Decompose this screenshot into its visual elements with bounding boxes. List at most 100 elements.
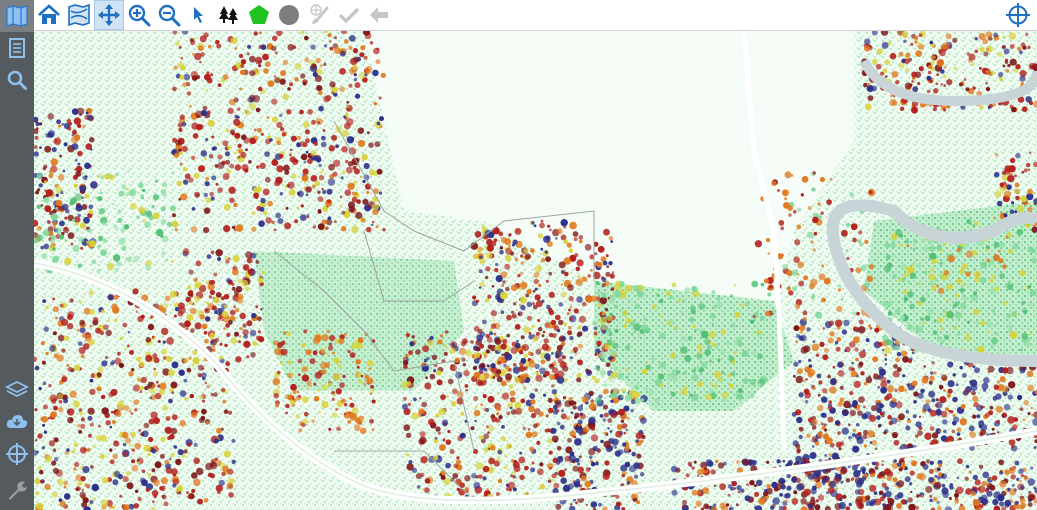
- canopy-point: [601, 292, 607, 299]
- canopy-point: [64, 227, 68, 231]
- canopy-point: [858, 230, 863, 235]
- canopy-point: [943, 84, 946, 87]
- canopy-point: [89, 324, 93, 328]
- canopy-point: [274, 51, 278, 55]
- canopy-point: [38, 386, 42, 391]
- canopy-point: [475, 462, 483, 470]
- canopy-point: [946, 310, 954, 319]
- pan-button[interactable]: [94, 0, 124, 30]
- canopy-point: [451, 342, 455, 347]
- canopy-point: [55, 316, 58, 320]
- canopy-point: [1016, 205, 1025, 213]
- canopy-point: [965, 464, 970, 469]
- canopy-point: [840, 480, 844, 484]
- canopy-point: [625, 317, 632, 324]
- canopy-point: [76, 328, 80, 332]
- canopy-point: [946, 283, 954, 290]
- sidebar-document-button[interactable]: [0, 32, 34, 64]
- canopy-point: [305, 349, 312, 356]
- canopy-point: [177, 310, 184, 317]
- sidebar-layers-button[interactable]: [0, 374, 34, 406]
- sidebar-map-button[interactable]: [0, 0, 34, 32]
- canopy-point: [713, 384, 718, 388]
- sidebar-crosshair-button[interactable]: [0, 438, 34, 470]
- sidebar-cloud-button[interactable]: [0, 406, 34, 438]
- canopy-point: [341, 210, 346, 215]
- canopy-point: [920, 388, 925, 394]
- canopy-point: [170, 381, 178, 389]
- canopy-point: [529, 446, 535, 452]
- circle-tool-button[interactable]: [274, 0, 304, 30]
- canopy-point: [207, 119, 215, 127]
- canopy-point: [691, 374, 699, 382]
- canopy-point: [569, 221, 577, 230]
- select-button[interactable]: [184, 0, 214, 30]
- canopy-point: [966, 218, 972, 225]
- canopy-point: [331, 397, 335, 401]
- canopy-point: [77, 162, 81, 166]
- sidebar-search-button[interactable]: [0, 64, 34, 96]
- canopy-point: [272, 377, 281, 386]
- zoom-in-button[interactable]: [124, 0, 154, 30]
- confirm-button[interactable]: [334, 0, 364, 30]
- canopy-point: [1019, 479, 1023, 483]
- canopy-point: [35, 439, 38, 442]
- zoom-out-button[interactable]: [154, 0, 184, 30]
- canopy-point: [718, 348, 726, 356]
- canopy-point: [261, 271, 265, 275]
- sidebar-settings-button[interactable]: [0, 470, 34, 510]
- canopy-point: [736, 307, 740, 311]
- canopy-point: [260, 44, 267, 50]
- canopy-point: [459, 432, 466, 439]
- canopy-point: [942, 74, 947, 79]
- canopy-point: [576, 372, 582, 378]
- locate-button[interactable]: [1003, 0, 1033, 30]
- canopy-point: [1002, 64, 1006, 68]
- polygon-icon: [249, 5, 269, 24]
- canopy-point: [96, 435, 102, 441]
- canopy-point: [994, 331, 998, 336]
- canopy-point: [974, 479, 981, 486]
- canopy-point: [996, 419, 1001, 424]
- canopy-point: [692, 324, 696, 329]
- canopy-point: [59, 220, 65, 227]
- undo-button[interactable]: [364, 0, 394, 30]
- canopy-point: [641, 368, 648, 375]
- canopy-point: [258, 64, 262, 68]
- canopy-point: [877, 424, 881, 428]
- tree-tool-button[interactable]: [214, 0, 244, 30]
- canopy-point: [903, 39, 907, 43]
- canopy-point: [45, 305, 50, 310]
- canopy-point: [629, 465, 637, 473]
- canopy-point: [405, 333, 410, 338]
- full-extent-button[interactable]: [64, 0, 94, 30]
- map-canvas[interactable]: [34, 31, 1037, 510]
- canopy-point: [912, 414, 917, 419]
- canopy-point: [199, 60, 202, 64]
- canopy-point: [837, 401, 843, 407]
- canopy-point: [464, 487, 470, 492]
- canopy-point: [228, 492, 234, 498]
- canopy-point: [929, 460, 934, 465]
- canopy-point: [267, 135, 272, 139]
- canopy-point: [199, 314, 205, 320]
- canopy-point: [105, 329, 112, 337]
- canopy-point: [754, 311, 759, 317]
- canopy-point: [561, 341, 566, 346]
- canopy-point: [302, 168, 309, 175]
- canopy-point: [558, 261, 566, 269]
- canopy-point: [886, 379, 891, 384]
- brush-tool-button[interactable]: [304, 0, 334, 30]
- polygon-tool-button[interactable]: [244, 0, 274, 30]
- canopy-point: [636, 500, 640, 505]
- canopy-point: [131, 459, 135, 464]
- canopy-point: [87, 407, 95, 415]
- canopy-point: [844, 346, 851, 353]
- canopy-point: [881, 348, 885, 352]
- canopy-point: [322, 206, 329, 212]
- gis-viewer-app: [0, 0, 1037, 510]
- canopy-point: [102, 238, 108, 244]
- home-button[interactable]: [34, 0, 64, 30]
- canopy-point: [153, 479, 160, 486]
- canopy-point: [999, 273, 1005, 279]
